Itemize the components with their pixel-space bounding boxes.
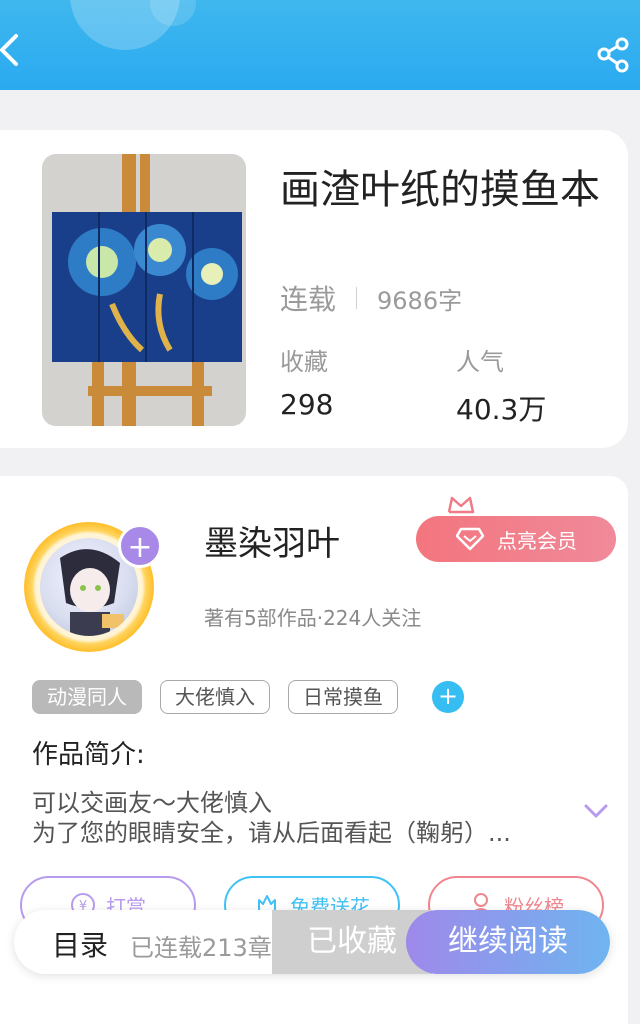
follow-plus-button[interactable]: +: [118, 524, 162, 568]
crown-icon: [447, 496, 475, 514]
favorites-label: 收藏: [280, 348, 328, 376]
favorites-value: 298: [280, 388, 334, 421]
bottom-action-bar: 目录 已连载213章 已收藏 继续阅读: [14, 910, 610, 974]
word-count: 9686字: [377, 286, 463, 315]
back-button[interactable]: [0, 30, 24, 70]
membership-label: 点亮会员: [497, 528, 577, 553]
top-header: [0, 0, 640, 90]
share-button[interactable]: [594, 36, 634, 76]
intro-line: 可以交画友～大佬慎入: [32, 789, 272, 817]
tag-item[interactable]: 动漫同人: [32, 680, 142, 714]
intro-line: 为了您的眼睛安全，请从后面看起（鞠躬）...: [32, 819, 511, 847]
status-divider: [356, 287, 358, 309]
continue-reading-button[interactable]: 继续阅读: [406, 910, 610, 974]
popularity-label: 人气: [456, 348, 504, 376]
chevron-down-icon[interactable]: [582, 802, 610, 820]
tag-item[interactable]: 大佬慎入: [160, 680, 270, 714]
serial-status: 连载: [280, 283, 337, 316]
book-status-row: 连载 9686字: [280, 278, 462, 318]
book-info-card: 画渣叶纸的摸鱼本 连载 9686字 收藏 298 人气 40.3万: [0, 130, 628, 448]
intro-title: 作品简介:: [32, 740, 145, 770]
diamond-icon: [455, 527, 485, 551]
popularity-value: 40.3万: [456, 393, 547, 426]
book-cover-image[interactable]: [42, 154, 246, 426]
book-title: 画渣叶纸的摸鱼本: [280, 167, 600, 213]
intro-text[interactable]: 可以交画友～大佬慎入 为了您的眼睛安全，请从后面看起（鞠躬）...: [32, 788, 572, 848]
share-icon: [597, 37, 629, 73]
add-tag-button[interactable]: +: [432, 681, 464, 713]
activate-membership-button[interactable]: 点亮会员: [416, 516, 616, 562]
cover-painting-illustration: [42, 154, 246, 426]
author-meta: 著有5部作品·224人关注: [204, 606, 422, 630]
chevron-left-icon: [0, 34, 18, 66]
tag-list: 动漫同人 大佬慎入 日常摸鱼 +: [32, 680, 464, 714]
table-of-contents-button[interactable]: 目录: [52, 924, 108, 964]
chapter-count: 已连载213章: [130, 934, 272, 962]
tag-item[interactable]: 日常摸鱼: [288, 680, 398, 714]
author-name[interactable]: 墨染羽叶: [204, 516, 340, 565]
